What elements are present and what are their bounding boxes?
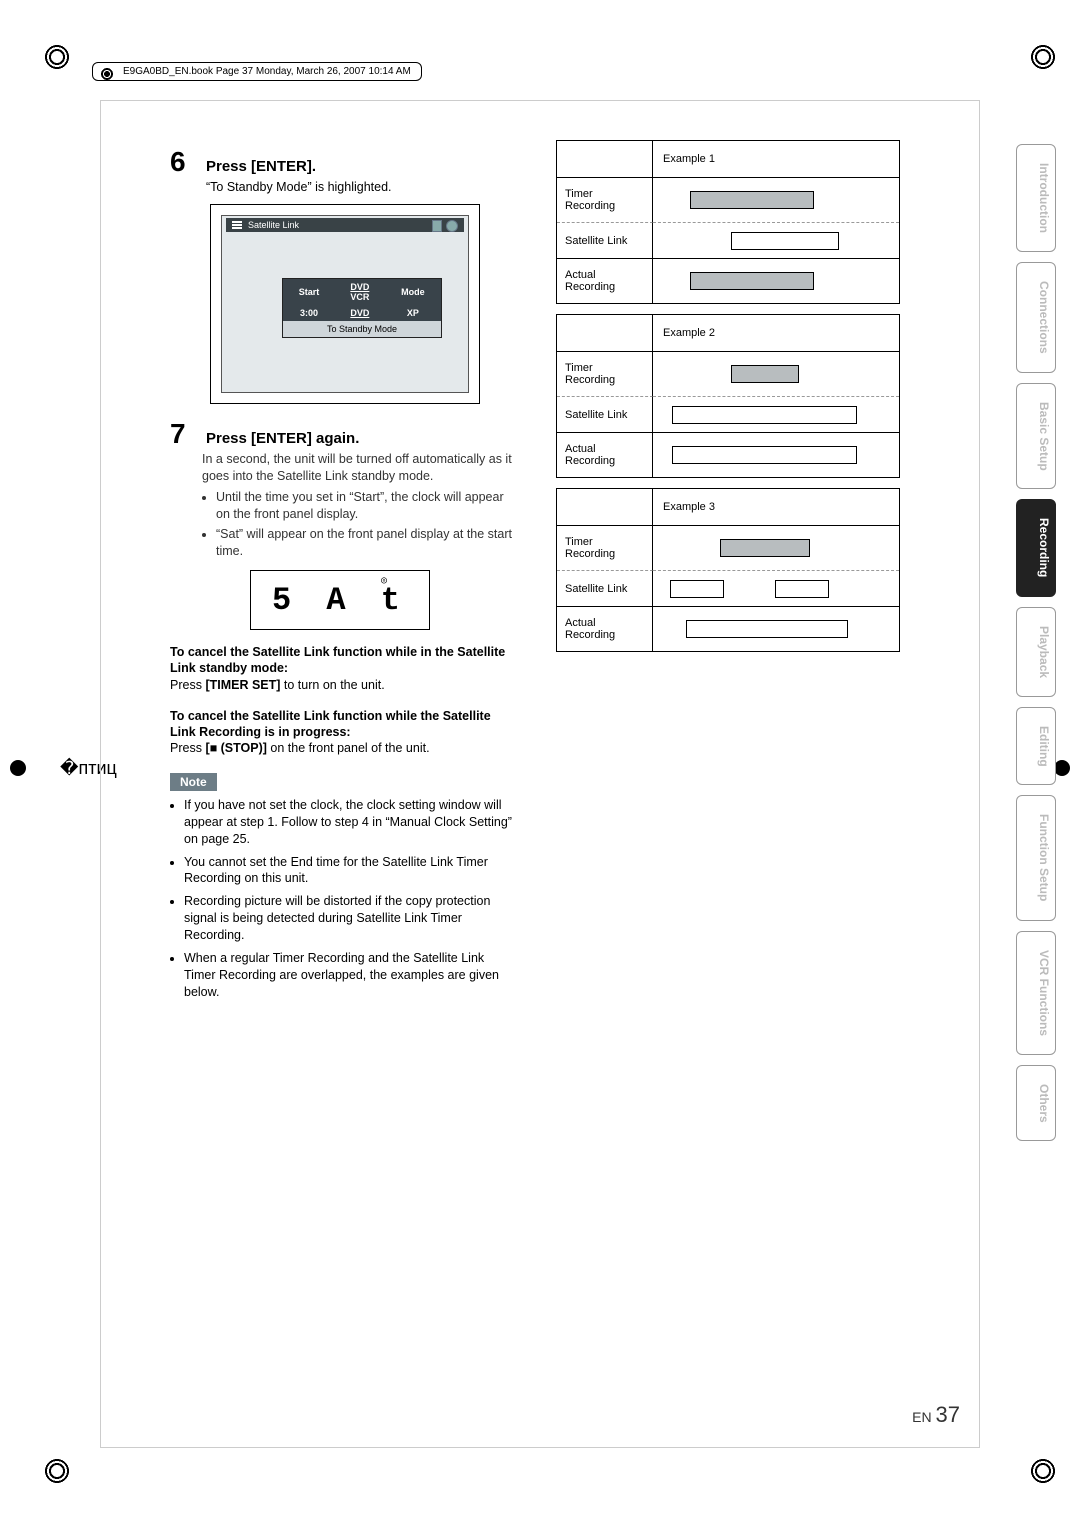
screen-title-text: Satellite Link (248, 220, 299, 230)
tab-function-setup[interactable]: Function Setup (1016, 795, 1056, 920)
registration-mark (1026, 40, 1060, 74)
tab-connections[interactable]: Connections (1016, 262, 1056, 373)
col-start: Start (283, 279, 335, 305)
disc-icon (446, 220, 458, 232)
footer-page: 37 (936, 1402, 960, 1427)
left-column: 6 Press [ENTER]. “To Standby Mode” is hi… (170, 140, 514, 1007)
right-column: Example 1 Timer Recording Satellite Link… (556, 140, 900, 1007)
step-7-title: Press [ENTER] again. (206, 430, 359, 447)
seg-text: 5 A t (272, 582, 408, 619)
registration-mark (40, 40, 74, 74)
front-panel-display: ◎ 5 A t (250, 570, 430, 630)
step-number: 7 (170, 418, 198, 450)
row-actual-label: Actual Recording (557, 607, 653, 651)
section-tabs: Introduction Connections Basic Setup Rec… (1016, 144, 1056, 1141)
example-1-title: Example 1 (653, 141, 899, 177)
example-3-title: Example 3 (653, 489, 899, 525)
satellite-link-screen: Satellite Link Start DVD VCR (210, 204, 480, 404)
col-dvdvcr: DVD VCR (335, 279, 385, 305)
cancel-standby-head: To cancel the Satellite Link function wh… (170, 644, 514, 677)
screen-settings-box: Start DVD VCR Mode 3:00 DVD XP (282, 278, 442, 338)
note-item: When a regular Timer Recording and the S… (184, 950, 514, 1001)
step-7-body: In a second, the unit will be turned off… (202, 451, 514, 560)
registration-mark (1026, 1454, 1060, 1488)
note-list: If you have not set the clock, the clock… (184, 797, 514, 1001)
row-sat-label: Satellite Link (557, 396, 653, 432)
header-bullet-icon (99, 66, 115, 82)
row-sat-label: Satellite Link (557, 222, 653, 258)
print-header: E9GA0BD_EN.book Page 37 Monday, March 26… (92, 62, 422, 81)
step-number: 6 (170, 146, 198, 178)
step-6-title: Press [ENTER]. (206, 158, 392, 175)
example-2: Example 2 Timer Recording Satellite Link… (556, 314, 900, 478)
tab-playback[interactable]: Playback (1016, 607, 1056, 697)
step-6-sub: “To Standby Mode” is highlighted. (206, 179, 392, 196)
menu-icon (232, 221, 242, 229)
page-footer: EN 37 (912, 1402, 960, 1428)
row-sat-label: Satellite Link (557, 570, 653, 606)
badge-icon (432, 220, 442, 232)
tab-editing[interactable]: Editing (1016, 707, 1056, 786)
crop-dot (1054, 760, 1070, 776)
step-7: 7 Press [ENTER] again. (170, 418, 514, 451)
tab-recording[interactable]: Recording (1016, 499, 1056, 596)
cancel-progress-body: Press [■ (STOP)] on the front panel of t… (170, 740, 514, 757)
note-badge: Note (170, 773, 217, 791)
cancel-progress-head: To cancel the Satellite Link function wh… (170, 708, 514, 741)
footer-lang: EN (912, 1409, 931, 1425)
timer-icon: ◎ (381, 575, 387, 586)
row-timer-label: Timer Recording (557, 352, 653, 396)
example-3: Example 3 Timer Recording Satellite Link… (556, 488, 900, 652)
header-file-info: E9GA0BD_EN.book Page 37 Monday, March 26… (123, 66, 411, 77)
example-2-title: Example 2 (653, 315, 899, 351)
tab-others[interactable]: Others (1016, 1065, 1056, 1142)
step-6: 6 Press [ENTER]. “To Standby Mode” is hi… (170, 146, 514, 196)
registration-mark (40, 1454, 74, 1488)
note-item: Recording picture will be distorted if t… (184, 893, 514, 944)
row-timer-label: Timer Recording (557, 178, 653, 222)
val-dvd: DVD (335, 305, 385, 321)
tab-basic-setup[interactable]: Basic Setup (1016, 383, 1056, 490)
tab-vcr-functions[interactable]: VCR Functions (1016, 931, 1056, 1055)
page-content: 6 Press [ENTER]. “To Standby Mode” is hi… (170, 140, 900, 1007)
example-1: Example 1 Timer Recording Satellite Link… (556, 140, 900, 304)
row-actual-label: Actual Recording (557, 433, 653, 477)
step-7-bullet-1: Until the time you set in “Start”, the c… (216, 489, 514, 523)
row-timer-label: Timer Recording (557, 526, 653, 570)
step-7-bullet-2: “Sat” will appear on the front panel dis… (216, 526, 514, 560)
crop-dot (10, 760, 26, 776)
note-item: You cannot set the End time for the Sate… (184, 854, 514, 888)
tab-introduction[interactable]: Introduction (1016, 144, 1056, 252)
row-actual-label: Actual Recording (557, 259, 653, 303)
standby-row: To Standby Mode (283, 321, 441, 337)
note-item: If you have not set the clock, the clock… (184, 797, 514, 848)
val-xp: XP (385, 305, 441, 321)
val-time: 3:00 (283, 305, 335, 321)
cancel-standby-body: Press [TIMER SET] to turn on the unit. (170, 677, 514, 694)
col-mode: Mode (385, 279, 441, 305)
